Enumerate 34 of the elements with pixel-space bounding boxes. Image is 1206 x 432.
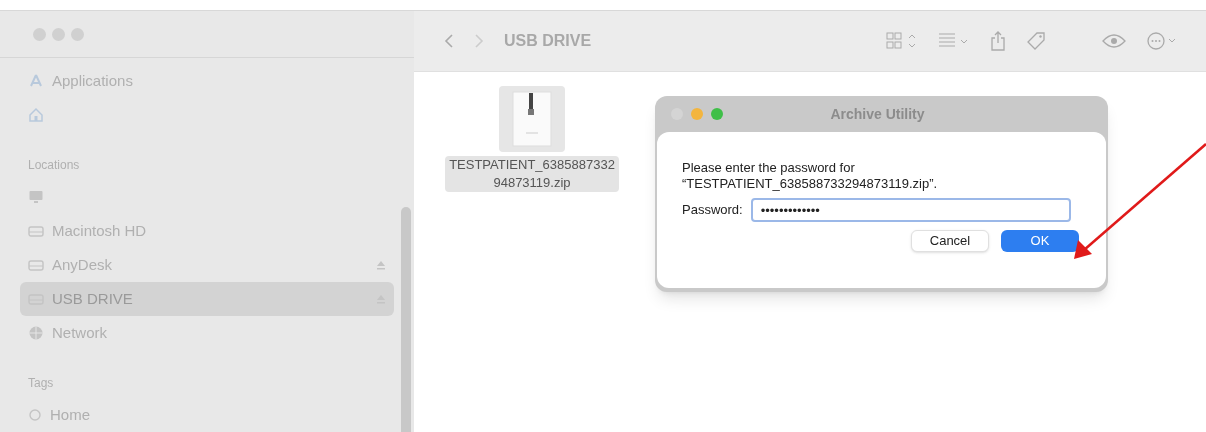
zip-file-icon[interactable] [512,91,552,147]
sidebar-item[interactable]: Home [20,398,394,432]
eye-icon[interactable] [1102,33,1126,49]
password-label: Password: [682,201,743,220]
sidebar-section-header: Locations [28,158,80,172]
eject-icon[interactable] [376,260,386,270]
forward-icon[interactable] [474,33,484,49]
sidebar-item[interactable]: Applications [20,64,394,98]
applications-icon [28,73,44,89]
sidebar-item[interactable]: AnyDesk [20,248,394,282]
tag-icon[interactable] [1026,31,1046,51]
window-title: USB DRIVE [504,31,593,51]
more-icon[interactable] [1146,31,1176,51]
ok-button[interactable]: OK [1001,230,1079,252]
scrollbar[interactable] [401,207,411,432]
sidebar-item[interactable]: USB DRIVE [20,282,394,316]
sidebar-section-header: Tags [28,376,54,390]
drive-icon [28,258,44,272]
monitor-icon [28,189,44,205]
sidebar-item[interactable]: Network [20,316,394,350]
sidebar-item[interactable]: Macintosh HD [20,214,394,248]
dialog-title: Archive Utility [829,104,926,124]
home-icon [28,107,44,123]
tag-circle-icon [28,408,42,422]
file-name[interactable]: TESTPATIENT_6385887332 94873119.zip [445,156,619,192]
share-icon[interactable] [990,31,1006,51]
group-icon[interactable] [938,32,970,50]
globe-icon [28,325,44,341]
password-field[interactable]: ••••••••••••• [750,198,1071,222]
drive-icon [28,224,44,238]
dialog-message: Please enter the password for “TESTPATIENT_638588733294873119.zip”. [682,160,939,192]
cancel-button[interactable]: Cancel [911,230,989,252]
back-icon[interactable] [444,33,454,49]
grid-view-icon[interactable] [886,32,918,50]
